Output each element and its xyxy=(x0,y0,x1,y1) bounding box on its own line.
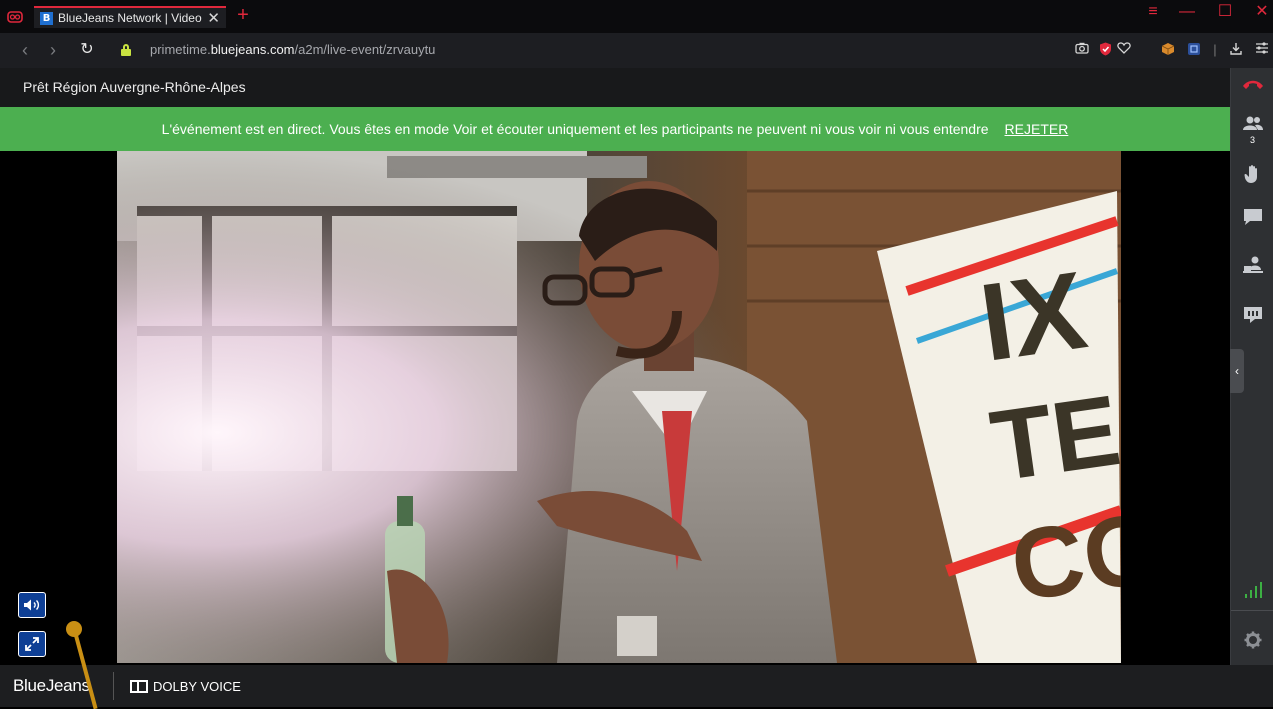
dolby-voice-logo: DOLBY VOICE xyxy=(130,679,241,694)
raise-hand-icon[interactable] xyxy=(1231,164,1273,189)
browser-tab[interactable]: B BlueJeans Network | Video ✕ xyxy=(34,6,226,28)
browser-tab-bar: B BlueJeans Network | Video ✕ + ≡ — ☐ ✕ xyxy=(0,0,1273,33)
live-event-notice: L'événement est en direct. Vous êtes en … xyxy=(0,107,1230,151)
opera-logo-icon[interactable] xyxy=(0,6,30,28)
fullscreen-button[interactable] xyxy=(18,631,46,657)
close-window-button[interactable]: ✕ xyxy=(1247,0,1273,26)
participants-count: 3 xyxy=(1249,135,1255,145)
tab-title: BlueJeans Network | Video xyxy=(58,11,202,25)
qa-icon[interactable] xyxy=(1231,306,1273,329)
chat-icon[interactable] xyxy=(1231,208,1273,231)
forward-button[interactable]: › xyxy=(43,40,63,60)
browser-menu-icon[interactable]: ≡ xyxy=(1138,0,1168,26)
heart-icon[interactable] xyxy=(1116,42,1132,58)
participants-button[interactable]: 3 xyxy=(1231,115,1273,145)
sidebar-divider xyxy=(1231,610,1273,611)
back-button[interactable]: ‹ xyxy=(15,40,35,60)
url-prefix: primetime. xyxy=(150,42,211,57)
url-domain: bluejeans.com xyxy=(210,42,295,57)
volume-button[interactable] xyxy=(18,592,46,618)
easy-setup-icon[interactable] xyxy=(1254,42,1270,58)
gear-icon[interactable] xyxy=(1231,631,1273,654)
adblock-shield-icon[interactable] xyxy=(1097,42,1113,58)
app-footer: BlueJeans DOLBY VOICE xyxy=(0,665,1273,707)
extension-cube-icon[interactable] xyxy=(1160,42,1176,58)
hangup-icon[interactable] xyxy=(1231,78,1273,97)
sidebar-collapse-button[interactable]: ‹ xyxy=(1230,349,1244,393)
expand-icon xyxy=(25,637,39,651)
extension-b-icon[interactable] xyxy=(1186,42,1202,58)
address-bar: ‹ › ↻ primetime.bluejeans.com/a2m/live-e… xyxy=(0,33,1273,68)
toolbar-separator: | xyxy=(1213,42,1217,57)
meeting-header: Prêt Région Auvergne-Rhône-Alpes xyxy=(0,68,1230,107)
participants-icon xyxy=(1242,116,1263,130)
camera-icon[interactable] xyxy=(1074,42,1090,58)
share-icon[interactable] xyxy=(1231,256,1273,279)
maximize-button[interactable]: ☐ xyxy=(1210,0,1240,26)
dolby-label: DOLBY VOICE xyxy=(153,679,241,694)
url-field[interactable]: primetime.bluejeans.com/a2m/live-event/z… xyxy=(150,42,435,57)
download-icon[interactable] xyxy=(1228,42,1244,58)
notice-text: L'événement est en direct. Vous êtes en … xyxy=(161,121,989,137)
reload-icon[interactable]: ↻ xyxy=(77,40,97,60)
dolby-icon xyxy=(130,680,148,693)
video-frame-illustration: IX TE CO xyxy=(117,151,1121,663)
url-path: /a2m/live-event/zrvauytu xyxy=(294,42,436,57)
footer-divider xyxy=(113,672,114,700)
signal-icon xyxy=(1231,581,1273,604)
live-video-feed[interactable]: IX TE CO xyxy=(117,151,1121,663)
bluejeans-favicon-icon: B xyxy=(40,11,53,25)
tab-close-icon[interactable]: ✕ xyxy=(207,9,220,27)
bluejeans-logo: BlueJeans xyxy=(13,676,90,695)
annotation-pointer-dot xyxy=(66,621,82,637)
lock-icon xyxy=(121,44,131,56)
new-tab-button[interactable]: + xyxy=(234,4,252,26)
speaker-icon xyxy=(24,599,40,611)
minimize-button[interactable]: — xyxy=(1172,0,1202,26)
meeting-title: Prêt Région Auvergne-Rhône-Alpes xyxy=(23,79,246,95)
dismiss-notice-button[interactable]: REJETER xyxy=(1005,121,1069,137)
